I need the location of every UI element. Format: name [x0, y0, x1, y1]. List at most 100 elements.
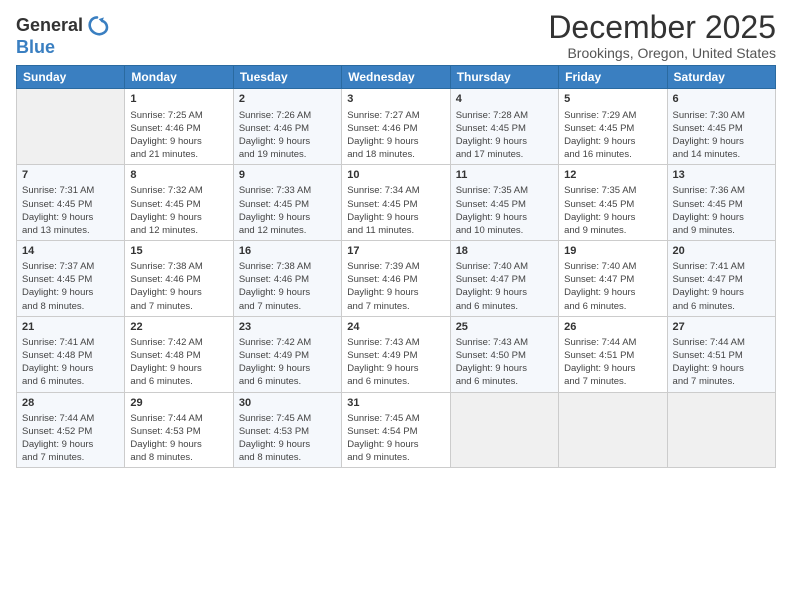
day-info: Sunrise: 7:44 AMSunset: 4:52 PMDaylight:… — [22, 412, 119, 464]
location: Brookings, Oregon, United States — [548, 45, 776, 61]
calendar-cell: 18Sunrise: 7:40 AMSunset: 4:47 PMDayligh… — [450, 240, 558, 316]
calendar-cell: 21Sunrise: 7:41 AMSunset: 4:48 PMDayligh… — [17, 316, 125, 392]
day-info: Sunrise: 7:44 AMSunset: 4:51 PMDaylight:… — [673, 336, 770, 388]
day-number: 2 — [239, 92, 336, 107]
day-number: 16 — [239, 244, 336, 259]
day-number: 9 — [239, 168, 336, 183]
calendar-cell: 22Sunrise: 7:42 AMSunset: 4:48 PMDayligh… — [125, 316, 233, 392]
calendar-cell: 27Sunrise: 7:44 AMSunset: 4:51 PMDayligh… — [667, 316, 775, 392]
day-info: Sunrise: 7:45 AMSunset: 4:54 PMDaylight:… — [347, 412, 444, 464]
day-number: 29 — [130, 396, 227, 411]
day-info: Sunrise: 7:43 AMSunset: 4:49 PMDaylight:… — [347, 336, 444, 388]
calendar-cell: 8Sunrise: 7:32 AMSunset: 4:45 PMDaylight… — [125, 165, 233, 241]
calendar-cell: 23Sunrise: 7:42 AMSunset: 4:49 PMDayligh… — [233, 316, 341, 392]
calendar-cell: 10Sunrise: 7:34 AMSunset: 4:45 PMDayligh… — [342, 165, 450, 241]
day-number: 6 — [673, 92, 770, 107]
day-info: Sunrise: 7:42 AMSunset: 4:49 PMDaylight:… — [239, 336, 336, 388]
day-number: 28 — [22, 396, 119, 411]
weekday-header-row: SundayMondayTuesdayWednesdayThursdayFrid… — [17, 66, 776, 89]
day-info: Sunrise: 7:44 AMSunset: 4:51 PMDaylight:… — [564, 336, 661, 388]
month-title: December 2025 — [548, 10, 776, 45]
page-container: General Blue December 2025 Brookings, Or… — [0, 0, 792, 478]
calendar-cell: 1Sunrise: 7:25 AMSunset: 4:46 PMDaylight… — [125, 89, 233, 165]
calendar-cell: 24Sunrise: 7:43 AMSunset: 4:49 PMDayligh… — [342, 316, 450, 392]
weekday-header-monday: Monday — [125, 66, 233, 89]
day-number: 21 — [22, 320, 119, 335]
day-info: Sunrise: 7:27 AMSunset: 4:46 PMDaylight:… — [347, 109, 444, 161]
week-row-3: 21Sunrise: 7:41 AMSunset: 4:48 PMDayligh… — [17, 316, 776, 392]
day-info: Sunrise: 7:41 AMSunset: 4:47 PMDaylight:… — [673, 260, 770, 312]
day-info: Sunrise: 7:35 AMSunset: 4:45 PMDaylight:… — [564, 184, 661, 236]
calendar-cell: 17Sunrise: 7:39 AMSunset: 4:46 PMDayligh… — [342, 240, 450, 316]
day-info: Sunrise: 7:34 AMSunset: 4:45 PMDaylight:… — [347, 184, 444, 236]
day-number: 4 — [456, 92, 553, 107]
day-info: Sunrise: 7:36 AMSunset: 4:45 PMDaylight:… — [673, 184, 770, 236]
calendar-cell: 13Sunrise: 7:36 AMSunset: 4:45 PMDayligh… — [667, 165, 775, 241]
calendar-cell: 7Sunrise: 7:31 AMSunset: 4:45 PMDaylight… — [17, 165, 125, 241]
calendar-cell — [559, 392, 667, 468]
day-info: Sunrise: 7:45 AMSunset: 4:53 PMDaylight:… — [239, 412, 336, 464]
calendar-cell: 16Sunrise: 7:38 AMSunset: 4:46 PMDayligh… — [233, 240, 341, 316]
logo: General Blue — [16, 14, 109, 58]
calendar-cell: 15Sunrise: 7:38 AMSunset: 4:46 PMDayligh… — [125, 240, 233, 316]
day-info: Sunrise: 7:37 AMSunset: 4:45 PMDaylight:… — [22, 260, 119, 312]
day-info: Sunrise: 7:31 AMSunset: 4:45 PMDaylight:… — [22, 184, 119, 236]
day-info: Sunrise: 7:42 AMSunset: 4:48 PMDaylight:… — [130, 336, 227, 388]
calendar-table: SundayMondayTuesdayWednesdayThursdayFrid… — [16, 65, 776, 468]
week-row-4: 28Sunrise: 7:44 AMSunset: 4:52 PMDayligh… — [17, 392, 776, 468]
title-area: December 2025 Brookings, Oregon, United … — [548, 10, 776, 61]
day-number: 5 — [564, 92, 661, 107]
week-row-1: 7Sunrise: 7:31 AMSunset: 4:45 PMDaylight… — [17, 165, 776, 241]
calendar-cell: 4Sunrise: 7:28 AMSunset: 4:45 PMDaylight… — [450, 89, 558, 165]
day-info: Sunrise: 7:39 AMSunset: 4:46 PMDaylight:… — [347, 260, 444, 312]
calendar-cell — [667, 392, 775, 468]
logo-icon — [85, 14, 109, 38]
day-info: Sunrise: 7:41 AMSunset: 4:48 PMDaylight:… — [22, 336, 119, 388]
calendar-cell: 26Sunrise: 7:44 AMSunset: 4:51 PMDayligh… — [559, 316, 667, 392]
day-number: 15 — [130, 244, 227, 259]
week-row-2: 14Sunrise: 7:37 AMSunset: 4:45 PMDayligh… — [17, 240, 776, 316]
day-number: 30 — [239, 396, 336, 411]
calendar-cell: 2 Sunrise: 7:26 AMSunset: 4:46 PMDaylight… — [233, 89, 341, 165]
calendar-cell — [17, 89, 125, 165]
day-info: Sunrise: 7:26 AMSunset: 4:46 PMDaylight:… — [239, 109, 336, 161]
logo-general: General — [16, 16, 83, 36]
day-info: Sunrise: 7:38 AMSunset: 4:46 PMDaylight:… — [239, 260, 336, 312]
day-number: 11 — [456, 168, 553, 183]
day-info: Sunrise: 7:43 AMSunset: 4:50 PMDaylight:… — [456, 336, 553, 388]
calendar-cell: 11Sunrise: 7:35 AMSunset: 4:45 PMDayligh… — [450, 165, 558, 241]
weekday-header-thursday: Thursday — [450, 66, 558, 89]
weekday-header-wednesday: Wednesday — [342, 66, 450, 89]
calendar-cell: 14Sunrise: 7:37 AMSunset: 4:45 PMDayligh… — [17, 240, 125, 316]
day-number: 10 — [347, 168, 444, 183]
weekday-header-tuesday: Tuesday — [233, 66, 341, 89]
calendar-cell: 20Sunrise: 7:41 AMSunset: 4:47 PMDayligh… — [667, 240, 775, 316]
calendar-cell: 3Sunrise: 7:27 AMSunset: 4:46 PMDaylight… — [342, 89, 450, 165]
day-number: 25 — [456, 320, 553, 335]
day-number: 17 — [347, 244, 444, 259]
day-number: 22 — [130, 320, 227, 335]
day-info: Sunrise: 7:40 AMSunset: 4:47 PMDaylight:… — [564, 260, 661, 312]
calendar-cell: 25Sunrise: 7:43 AMSunset: 4:50 PMDayligh… — [450, 316, 558, 392]
day-number: 23 — [239, 320, 336, 335]
calendar-cell: 29Sunrise: 7:44 AMSunset: 4:53 PMDayligh… — [125, 392, 233, 468]
day-number: 13 — [673, 168, 770, 183]
day-number: 7 — [22, 168, 119, 183]
calendar-cell — [450, 392, 558, 468]
day-info: Sunrise: 7:44 AMSunset: 4:53 PMDaylight:… — [130, 412, 227, 464]
day-info: Sunrise: 7:29 AMSunset: 4:45 PMDaylight:… — [564, 109, 661, 161]
calendar-cell: 5 Sunrise: 7:29 AMSunset: 4:45 PMDaylight… — [559, 89, 667, 165]
day-number: 18 — [456, 244, 553, 259]
calendar-cell: 9Sunrise: 7:33 AMSunset: 4:45 PMDaylight… — [233, 165, 341, 241]
calendar-cell: 6 Sunrise: 7:30 AMSunset: 4:45 PMDaylight… — [667, 89, 775, 165]
day-number: 8 — [130, 168, 227, 183]
day-info: Sunrise: 7:30 AMSunset: 4:45 PMDaylight:… — [673, 109, 770, 161]
day-number: 27 — [673, 320, 770, 335]
day-number: 31 — [347, 396, 444, 411]
day-info: Sunrise: 7:35 AMSunset: 4:45 PMDaylight:… — [456, 184, 553, 236]
weekday-header-friday: Friday — [559, 66, 667, 89]
day-number: 19 — [564, 244, 661, 259]
day-info: Sunrise: 7:38 AMSunset: 4:46 PMDaylight:… — [130, 260, 227, 312]
weekday-header-sunday: Sunday — [17, 66, 125, 89]
header: General Blue December 2025 Brookings, Or… — [16, 10, 776, 61]
